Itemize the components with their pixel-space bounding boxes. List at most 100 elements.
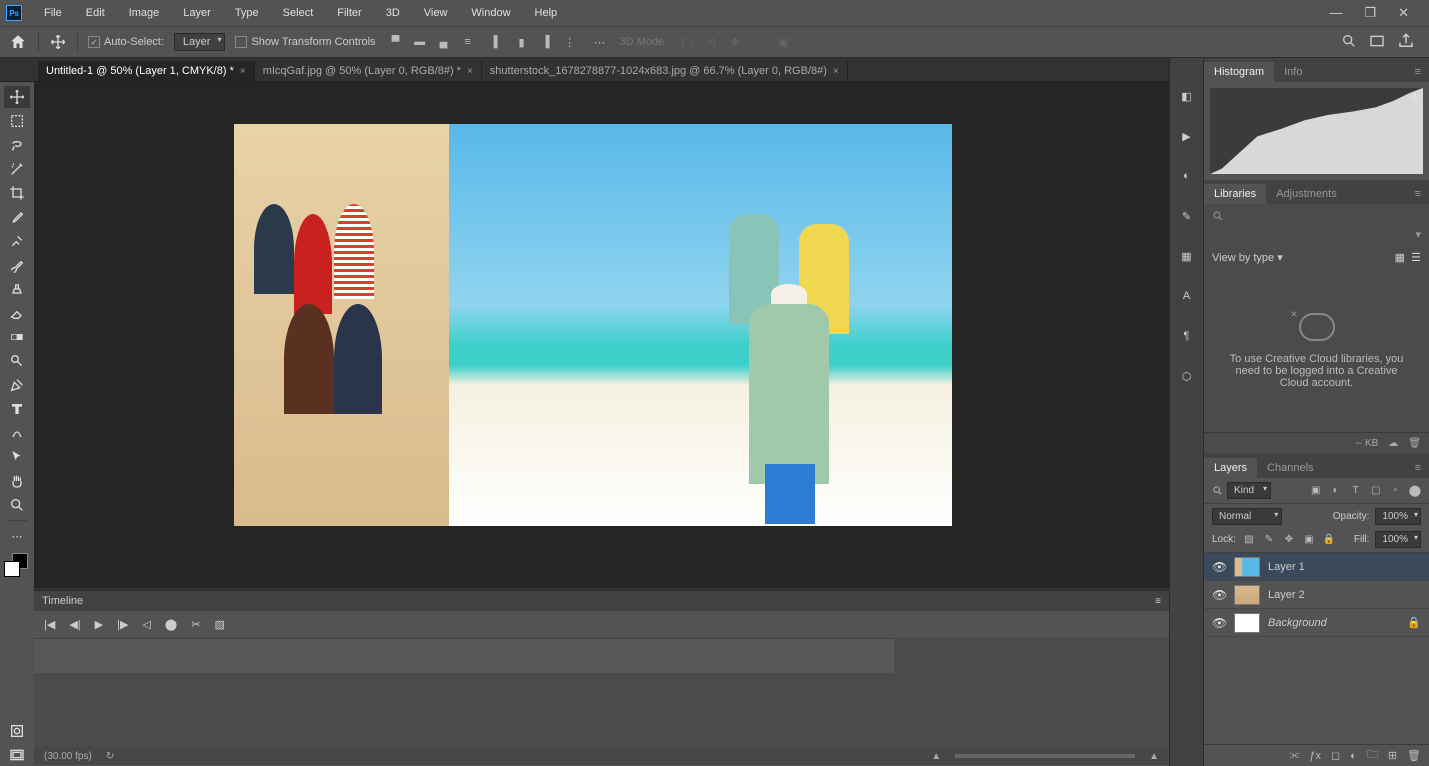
menu-3d[interactable]: 3D [374,0,412,26]
align-left-icon[interactable]: ▌ [488,32,508,52]
align-right-icon[interactable]: ▐ [536,32,556,52]
layer-filter-kind-select[interactable]: Kind [1227,482,1271,499]
filter-pixel-icon[interactable]: ▣ [1309,484,1323,498]
screenmode-icon[interactable] [4,744,30,766]
canvas-workarea[interactable] [34,82,1169,588]
visibility-toggle-icon[interactable]: 👁 [1212,616,1226,630]
timeline-zoom-in-icon[interactable]: ▲ [1149,751,1159,762]
layer-row[interactable]: 👁 Layer 1 [1204,553,1429,581]
lock-transparency-icon[interactable]: ▨ [1242,533,1256,547]
type-tool[interactable] [4,398,30,420]
hand-tool[interactable] [4,470,30,492]
eyedropper-tool[interactable] [4,206,30,228]
layer-name[interactable]: Layer 1 [1268,561,1305,573]
path-select-tool[interactable] [4,446,30,468]
align-menu-icon[interactable]: ≡ [458,32,478,52]
layer-fx-icon[interactable]: ƒx [1309,750,1321,762]
menu-image[interactable]: Image [117,0,172,26]
gradient-tool[interactable] [4,326,30,348]
clone-stamp-tool[interactable] [4,278,30,300]
menu-edit[interactable]: Edit [74,0,117,26]
pen-tool[interactable] [4,374,30,396]
timeline-transition-icon[interactable]: ▧ [214,618,224,631]
share-icon[interactable] [1397,32,1415,53]
layer-name[interactable]: Background [1268,617,1327,629]
filter-toggle-icon[interactable]: ⬤ [1409,484,1421,497]
menu-type[interactable]: Type [223,0,271,26]
timeline-next-frame-icon[interactable]: |▶ [117,618,128,631]
document-tab-2[interactable]: mIcqGaf.jpg @ 50% (Layer 0, RGB/8#) * × [255,61,482,81]
panel-menu-icon[interactable]: ≡ [1407,62,1429,82]
filter-shape-icon[interactable]: ▢ [1369,484,1383,498]
dodge-tool[interactable] [4,350,30,372]
timeline-loop-icon[interactable]: ↻ [106,751,114,762]
timeline-prev-frame-icon[interactable]: ◀| [69,618,80,631]
search-icon[interactable] [1341,33,1357,52]
color-swatches[interactable] [4,553,30,579]
panel-menu-icon[interactable]: ≡ [1155,596,1161,607]
menu-layer[interactable]: Layer [171,0,223,26]
timeline-play-icon[interactable]: ▶ [95,618,103,631]
window-maximize-icon[interactable]: ❐ [1364,5,1376,21]
tab-layers[interactable]: Layers [1204,458,1257,478]
magic-wand-tool[interactable] [4,158,30,180]
blend-mode-select[interactable]: Normal [1212,508,1282,525]
align-vcenter-icon[interactable]: ▬ [410,32,430,52]
shape-tool[interactable] [4,422,30,444]
filter-adjust-icon[interactable]: ◐ [1329,484,1343,498]
align-hcenter-icon[interactable]: ▮ [512,32,532,52]
auto-select-checkbox[interactable]: ✓ Auto-Select: [88,36,164,48]
document-tab-1[interactable]: Untitled-1 @ 50% (Layer 1, CMYK/8) * × [38,61,255,81]
paragraph-panel-icon[interactable]: ¶ [1177,326,1197,346]
move-tool[interactable] [4,86,30,108]
edit-toolbar-icon[interactable]: ⋯ [4,525,30,547]
timeline-split-icon[interactable]: ✂ [191,618,200,631]
tab-channels[interactable]: Channels [1257,458,1323,478]
tab-adjustments[interactable]: Adjustments [1266,184,1347,204]
lock-position-icon[interactable]: ✥ [1282,533,1296,547]
list-view-icon[interactable]: ☰ [1411,252,1421,264]
chevron-down-icon[interactable]: ▾ [1415,228,1421,244]
new-adjustment-icon[interactable]: ◐ [1350,750,1357,762]
menu-filter[interactable]: Filter [325,0,373,26]
panel-menu-icon[interactable]: ≡ [1407,184,1429,204]
healing-brush-tool[interactable] [4,230,30,252]
distribute-icon[interactable]: ⋮ [560,32,580,52]
delete-layer-icon[interactable]: 🗑 [1407,749,1421,762]
sync-icon[interactable]: ☁ [1388,438,1398,449]
layer-row[interactable]: 👁 Layer 2 [1204,581,1429,609]
brush-tool[interactable] [4,254,30,276]
menu-select[interactable]: Select [271,0,326,26]
timeline-track[interactable] [34,639,894,673]
zoom-tool[interactable] [4,494,30,516]
foreground-color-swatch[interactable] [4,561,20,577]
layer-thumbnail[interactable] [1234,613,1260,633]
new-layer-icon[interactable]: ⊞ [1388,749,1397,762]
panel-menu-icon[interactable]: ≡ [1407,458,1429,478]
timeline-first-frame-icon[interactable]: |◀ [44,618,55,631]
lock-pixels-icon[interactable]: ✎ [1262,533,1276,547]
menu-help[interactable]: Help [523,0,570,26]
tab-libraries[interactable]: Libraries [1204,184,1266,204]
timeline-zoom-slider[interactable] [955,754,1135,758]
3d-panel-icon[interactable]: ⬡ [1177,366,1197,386]
crop-tool[interactable] [4,182,30,204]
trash-icon[interactable]: 🗑 [1408,438,1421,449]
document-tab-3[interactable]: shutterstock_1678278877-1024x683.jpg @ 6… [482,61,848,81]
align-top-icon[interactable]: ▀ [386,32,406,52]
lock-artboard-icon[interactable]: ▣ [1302,533,1316,547]
close-icon[interactable]: × [240,66,246,77]
layer-row[interactable]: 👁 Background 🔒 [1204,609,1429,637]
window-close-icon[interactable]: ✕ [1398,5,1409,21]
library-view-label[interactable]: View by type [1212,252,1274,264]
screen-mode-icon[interactable] [1369,33,1385,52]
histogram-warning-icon[interactable]: ⚠ [1410,92,1419,103]
fill-input[interactable]: 100% [1375,531,1421,548]
filter-smart-icon[interactable]: ▫ [1389,484,1403,498]
show-transform-checkbox[interactable]: Show Transform Controls [235,36,375,48]
home-icon[interactable] [8,32,28,52]
close-icon[interactable]: × [833,66,839,77]
swatches-panel-icon[interactable]: ▦ [1177,246,1197,266]
align-bottom-icon[interactable]: ▄ [434,32,454,52]
new-group-icon[interactable]: 🗀 [1367,746,1378,765]
